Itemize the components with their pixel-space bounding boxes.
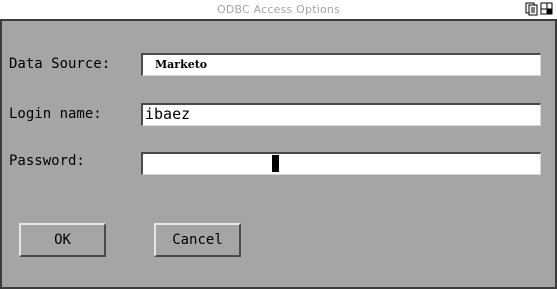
ok-button[interactable]: OK	[19, 223, 106, 257]
text-cursor	[272, 155, 279, 172]
login-name-label: Login name:	[9, 106, 102, 122]
dialog-body: Data Source: Marketo Login name: ibaez P…	[0, 19, 557, 289]
cancel-button-label: Cancel	[172, 232, 223, 248]
odbc-access-options-window: ODBC Access Options Data Source: Marketo…	[0, 0, 557, 289]
window-title: ODBC Access Options	[216, 3, 341, 16]
data-source-value: Marketo	[155, 58, 208, 71]
data-source-field[interactable]: Marketo	[141, 53, 541, 76]
cancel-button[interactable]: Cancel	[154, 223, 241, 257]
maximize-icon[interactable]	[540, 2, 554, 16]
title-bar-controls	[525, 2, 554, 16]
login-name-field[interactable]: ibaez	[141, 103, 541, 126]
data-source-label: Data Source:	[9, 56, 111, 72]
title-bar[interactable]: ODBC Access Options	[0, 0, 557, 19]
password-label: Password:	[9, 153, 85, 169]
login-name-value: ibaez	[145, 105, 191, 123]
restore-icon[interactable]	[525, 2, 539, 16]
ok-button-label: OK	[54, 232, 71, 248]
password-field[interactable]	[141, 152, 541, 175]
